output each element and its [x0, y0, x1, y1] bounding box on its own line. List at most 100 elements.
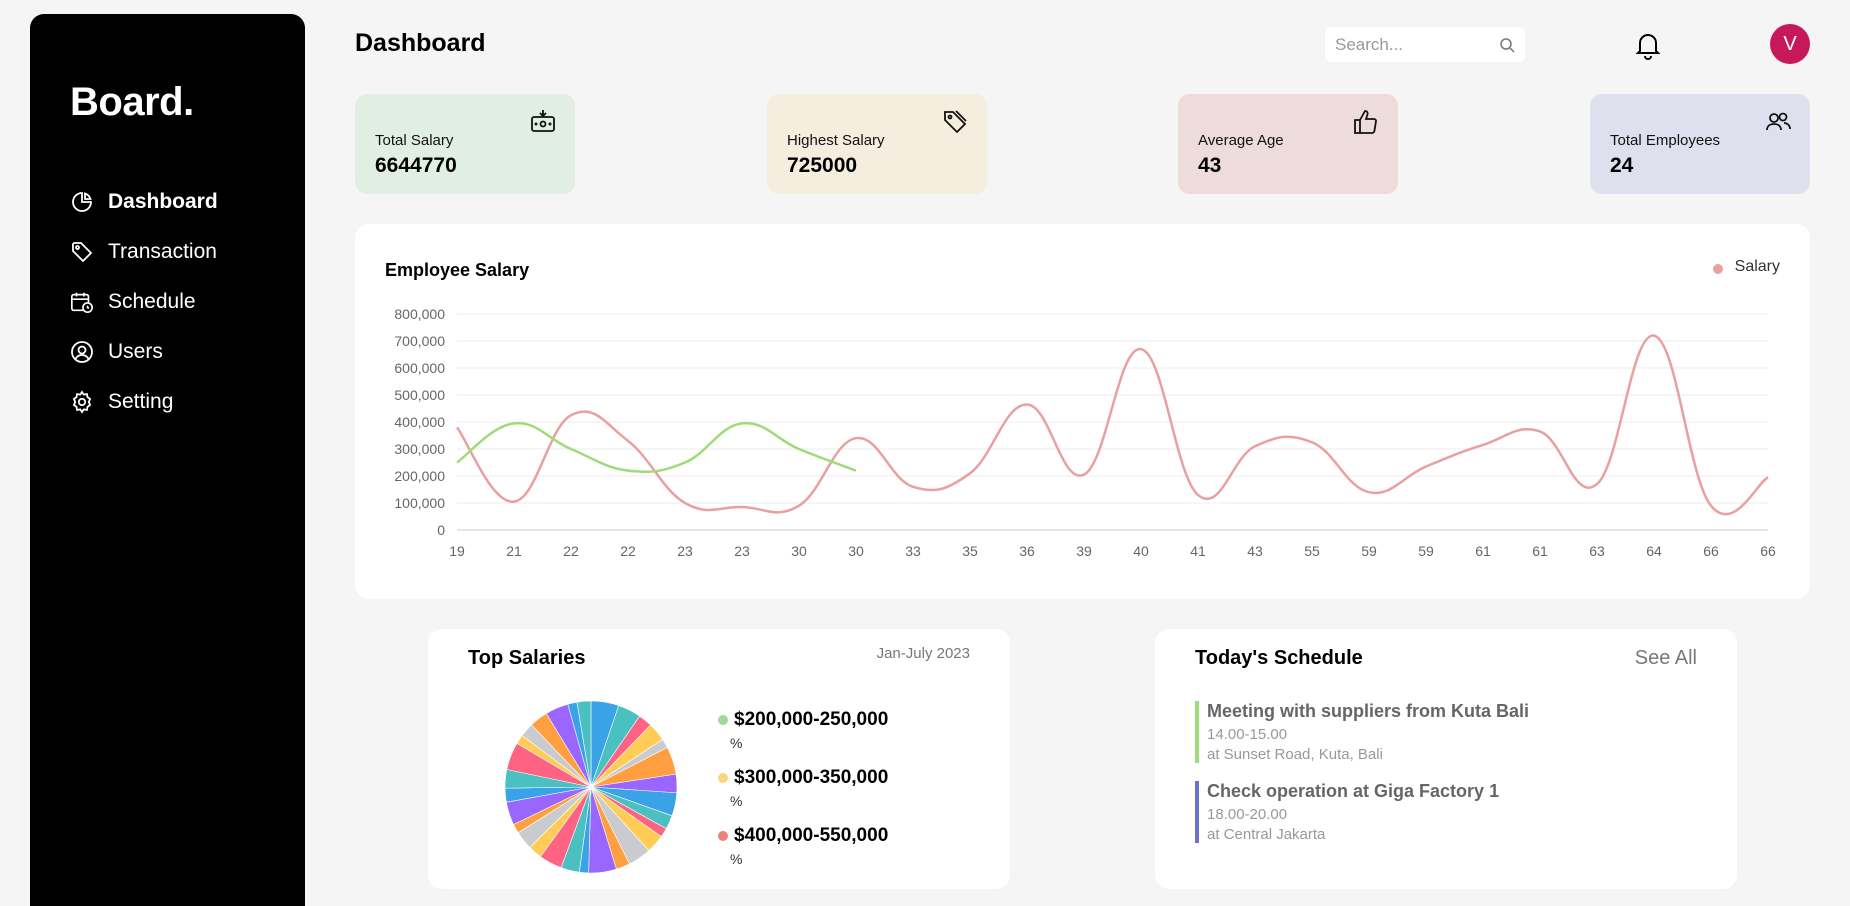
y-tick-label: 400,000: [394, 414, 445, 430]
pie-legend-item: $400,000-550,000 %: [718, 825, 888, 883]
stat-card-total-salary: Total Salary 6644770: [355, 94, 575, 194]
x-tick-label: 40: [1133, 543, 1149, 559]
x-tick-label: 64: [1646, 543, 1662, 559]
stat-label: Total Employees: [1610, 132, 1721, 149]
x-tick-label: 66: [1760, 543, 1776, 559]
sidebar-item-schedule[interactable]: Schedule: [70, 277, 218, 327]
legend-dot: [718, 773, 728, 783]
x-tick-label: 22: [563, 543, 579, 559]
sidebar-nav: Dashboard Transaction Schedule Users Set…: [70, 177, 218, 427]
x-tick-label: 30: [791, 543, 807, 559]
stat-label: Total Salary: [375, 132, 454, 149]
date-range: Jan-July 2023: [876, 645, 970, 662]
schedule-item[interactable]: Check operation at Giga Factory 1 18.00-…: [1195, 781, 1695, 843]
legend-label: $300,000-350,000: [734, 767, 889, 788]
calendar-clock-icon: [70, 290, 94, 314]
sidebar-item-label: Schedule: [108, 290, 196, 313]
schedule-location: at Sunset Road, Kuta, Bali: [1207, 746, 1383, 763]
todays-schedule-panel: Today's Schedule See All Meeting with su…: [1155, 629, 1737, 889]
y-tick-label: 500,000: [394, 387, 445, 403]
search-input[interactable]: [1335, 34, 1485, 55]
stat-card-total-employees: Total Employees 24: [1590, 94, 1810, 194]
stat-value: 725000: [787, 154, 858, 177]
tag-icon: [70, 240, 94, 264]
bell-icon[interactable]: [1634, 30, 1662, 60]
legend-percent: %: [730, 851, 743, 867]
y-tick-label: 100,000: [394, 495, 445, 511]
stat-value: 24: [1610, 154, 1634, 177]
series-line-0: [455, 334, 1769, 516]
salary-pie-chart: [504, 700, 678, 874]
sidebar-item-transaction[interactable]: Transaction: [70, 227, 218, 277]
search-box: [1325, 27, 1525, 62]
schedule-time: 18.00-20.00: [1207, 806, 1288, 823]
x-tick-label: 59: [1361, 543, 1377, 559]
sidebar: Board. Dashboard Transaction Schedule Us…: [30, 14, 305, 906]
legend-dot: [718, 715, 728, 725]
series-line-1: [456, 421, 857, 474]
money-icon: [529, 108, 557, 136]
legend-label: $400,000-550,000: [734, 825, 889, 846]
employee-salary-chart: Employee Salary Salary 0 100,000 200,000 30…: [355, 224, 1810, 599]
legend-label: $200,000-250,000: [734, 709, 889, 730]
sidebar-item-label: Setting: [108, 390, 174, 413]
pie-legend: $200,000-250,000 % $300,000-350,000 % $4…: [718, 709, 888, 883]
x-tick-label: 55: [1304, 543, 1320, 559]
section-title: Today's Schedule: [1195, 647, 1363, 669]
schedule-title: Meeting with suppliers from Kuta Bali: [1207, 701, 1530, 721]
user-circle-icon: [70, 340, 94, 364]
sidebar-item-label: Transaction: [108, 240, 217, 263]
thumbs-up-icon: [1352, 108, 1380, 136]
x-tick-label: 41: [1190, 543, 1206, 559]
stat-label: Highest Salary: [787, 132, 885, 149]
y-tick-label: 0: [437, 522, 445, 538]
pie-legend-item: $300,000-350,000 %: [718, 767, 888, 825]
x-tick-label: 21: [506, 543, 522, 559]
sidebar-item-label: Users: [108, 340, 163, 363]
gear-icon: [70, 390, 94, 414]
y-tick-label: 600,000: [394, 360, 445, 376]
pie-legend-item: $200,000-250,000 %: [718, 709, 888, 767]
top-salaries-panel: Top Salaries Jan-July 2023 $200,000-250,…: [428, 629, 1010, 889]
y-tick-label: 200,000: [394, 468, 445, 484]
x-tick-label: 36: [1019, 543, 1035, 559]
stat-card-average-age: Average Age 43: [1178, 94, 1398, 194]
schedule-item[interactable]: Meeting with suppliers from Kuta Bali 14…: [1195, 701, 1695, 763]
x-tick-label: 22: [620, 543, 636, 559]
sidebar-item-dashboard[interactable]: Dashboard: [70, 177, 218, 227]
schedule-color-bar: [1195, 781, 1199, 843]
x-tick-label: 33: [905, 543, 921, 559]
x-tick-label: 63: [1589, 543, 1605, 559]
stat-label: Average Age: [1198, 132, 1284, 149]
y-tick-label: 700,000: [394, 333, 445, 349]
x-tick-label: 30: [848, 543, 864, 559]
tag-icon: [941, 108, 969, 136]
sidebar-item-setting[interactable]: Setting: [70, 377, 218, 427]
x-tick-label: 23: [734, 543, 750, 559]
avatar[interactable]: V: [1770, 24, 1810, 64]
x-tick-label: 61: [1532, 543, 1548, 559]
stat-value: 43: [1198, 154, 1222, 177]
legend-percent: %: [730, 735, 743, 751]
x-tick-label: 43: [1247, 543, 1263, 559]
schedule-time: 14.00-15.00: [1207, 726, 1288, 743]
see-all-link[interactable]: See All: [1635, 647, 1697, 670]
pie-chart-icon: [70, 190, 94, 214]
stat-card-highest-salary: Highest Salary 725000: [767, 94, 987, 194]
legend-dot: [718, 831, 728, 841]
legend-percent: %: [730, 793, 743, 809]
page-title: Dashboard: [355, 29, 486, 57]
sidebar-item-users[interactable]: Users: [70, 327, 218, 377]
sidebar-item-label: Dashboard: [108, 190, 218, 213]
schedule-title: Check operation at Giga Factory 1: [1207, 781, 1500, 801]
x-tick-label: 39: [1076, 543, 1092, 559]
brand-logo: Board.: [70, 80, 194, 124]
search-icon[interactable]: [1499, 37, 1515, 53]
x-tick-label: 66: [1703, 543, 1719, 559]
x-tick-label: 61: [1475, 543, 1491, 559]
stat-value: 6644770: [375, 154, 457, 177]
schedule-color-bar: [1195, 701, 1199, 763]
x-tick-label: 23: [677, 543, 693, 559]
x-tick-label: 35: [962, 543, 978, 559]
users-icon: [1764, 108, 1792, 136]
